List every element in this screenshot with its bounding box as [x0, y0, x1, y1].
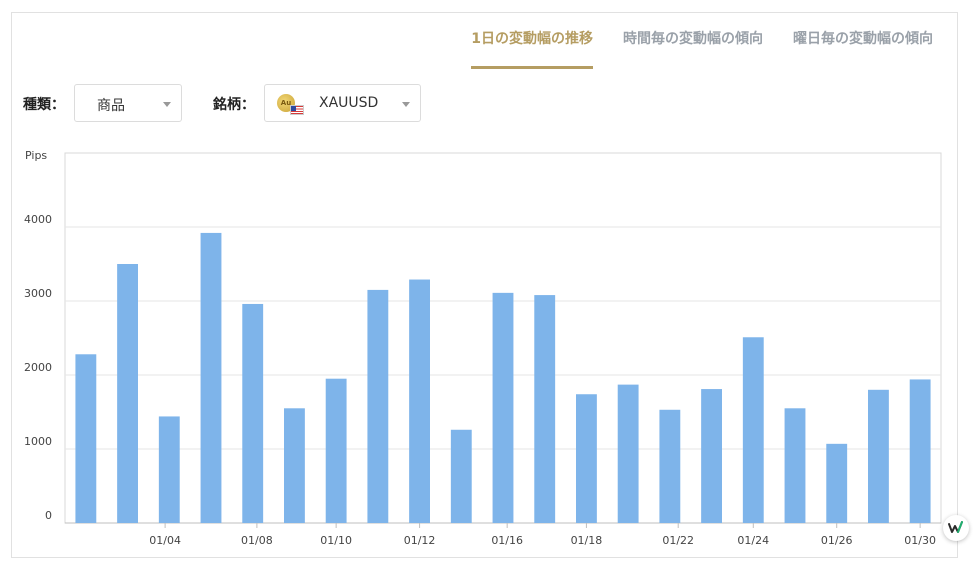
bar	[659, 409, 681, 523]
x-tick-label: 01/26	[821, 534, 853, 547]
daily-range-bar-chart: 0 1000 2000 3000 4000 Pips 01/04 01/08 01/10 01/1…	[24, 149, 942, 547]
chart-trend-icon	[948, 521, 963, 533]
bar	[242, 303, 264, 523]
x-tick-label: 01/24	[737, 534, 769, 547]
x-tick-label: 01/12	[404, 534, 436, 547]
bar	[367, 289, 389, 523]
y-tick-label: 3000	[24, 287, 52, 300]
bar	[117, 264, 138, 523]
x-tick-label: 01/18	[571, 534, 603, 547]
bar	[325, 378, 347, 523]
bar	[534, 295, 556, 523]
y-tick-label: 2000	[24, 361, 52, 374]
bar	[617, 384, 639, 523]
x-tick-label: 01/04	[149, 534, 181, 547]
y-axis-label: Pips	[25, 149, 47, 162]
widget-badge[interactable]	[943, 515, 969, 541]
x-tick-label: 01/22	[662, 534, 694, 547]
bar	[868, 389, 889, 523]
x-tick-label: 01/30	[904, 534, 936, 547]
bar	[742, 337, 764, 523]
bar	[75, 354, 97, 523]
bar	[492, 292, 514, 523]
bar	[200, 232, 222, 524]
bar	[784, 408, 806, 523]
bar	[409, 279, 430, 523]
bar	[909, 379, 931, 523]
y-tick-label: 4000	[24, 213, 52, 226]
y-tick-label: 0	[45, 509, 52, 522]
bar	[158, 416, 180, 523]
bar	[576, 394, 597, 523]
bar	[701, 389, 722, 523]
x-tick-label: 01/08	[241, 534, 273, 547]
x-tick-label: 01/16	[491, 534, 523, 547]
x-tick-label: 01/10	[320, 534, 352, 547]
y-tick-label: 1000	[24, 435, 52, 448]
bar	[450, 429, 472, 523]
bar	[826, 443, 848, 523]
bar	[284, 408, 305, 523]
